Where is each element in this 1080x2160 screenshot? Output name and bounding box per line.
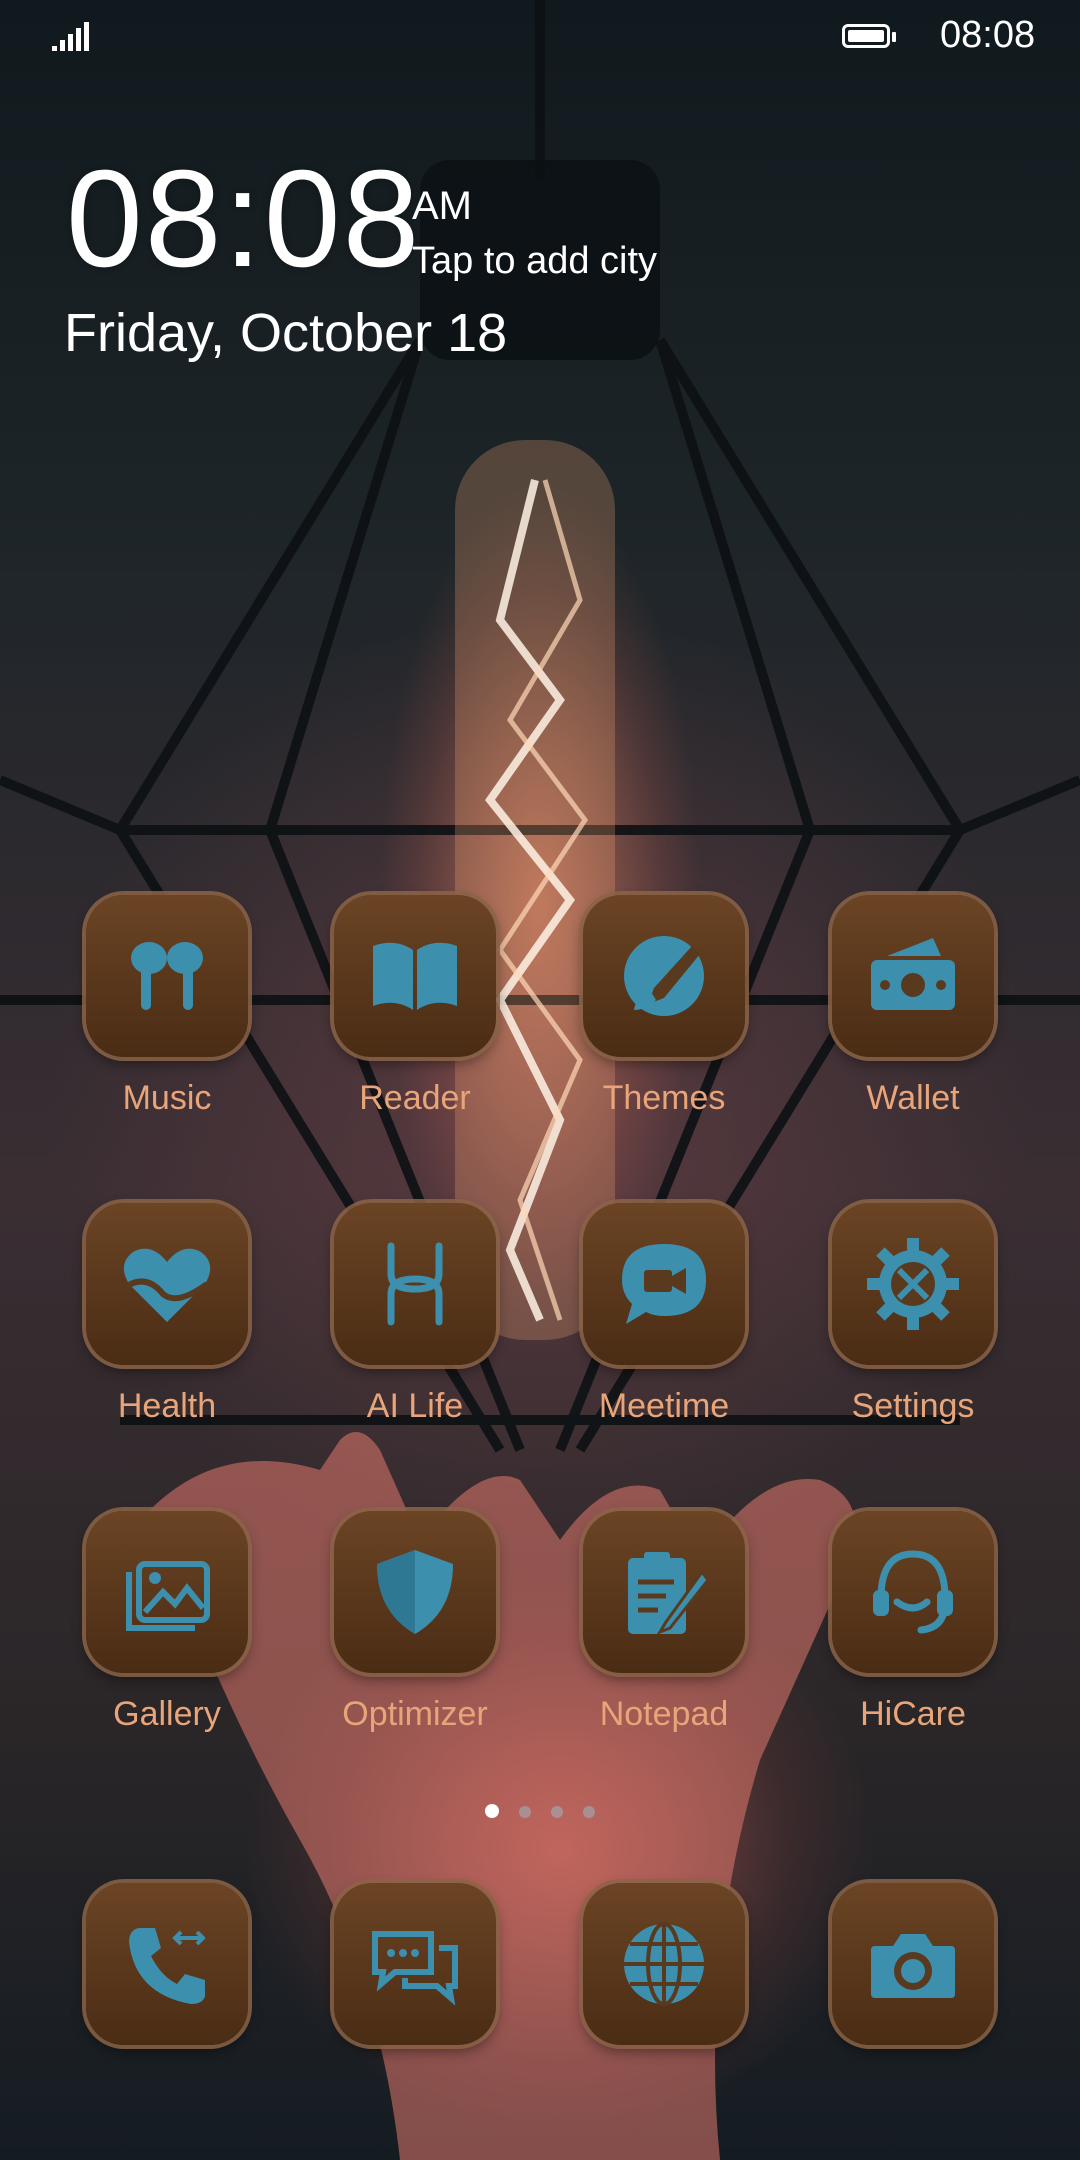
app-label: Wallet: [866, 1079, 960, 1117]
app-music[interactable]: Music: [67, 895, 267, 1118]
app-label: Themes: [602, 1079, 726, 1117]
page-dot[interactable]: [519, 1806, 531, 1818]
app-label: Reader: [359, 1079, 471, 1117]
app-label: Optimizer: [342, 1695, 488, 1733]
app-label: Settings: [851, 1387, 975, 1425]
clock-date[interactable]: Friday, October 18: [64, 302, 507, 364]
app-wallet[interactable]: Wallet: [813, 895, 1013, 1118]
app-label: Music: [122, 1079, 212, 1117]
signal-icon: [52, 22, 92, 57]
app-settings[interactable]: Settings: [813, 1203, 1013, 1426]
app-label: AI Life: [366, 1387, 464, 1425]
dock-camera[interactable]: [813, 1883, 1013, 2045]
page-dot[interactable]: [485, 1804, 499, 1818]
heart-icon: [86, 1203, 248, 1365]
app-ai-life[interactable]: AI Life: [315, 1203, 515, 1426]
headset-icon: [832, 1511, 994, 1673]
browser-globe-icon: [583, 1883, 745, 2045]
page-dot[interactable]: [583, 1806, 595, 1818]
page-dot[interactable]: [551, 1806, 563, 1818]
notepad-icon: [583, 1511, 745, 1673]
battery-icon: [842, 24, 898, 50]
dock-phone[interactable]: [67, 1883, 267, 2045]
app-label: HiCare: [860, 1695, 966, 1733]
app-label: Gallery: [113, 1695, 221, 1733]
book-icon: [334, 895, 496, 1057]
app-label: Meetime: [598, 1387, 730, 1425]
earbuds-icon: [86, 895, 248, 1057]
app-reader[interactable]: Reader: [315, 895, 515, 1118]
page-indicator[interactable]: [0, 1804, 1080, 1823]
clock-time[interactable]: 08:08: [66, 150, 421, 288]
app-hicare[interactable]: HiCare: [813, 1511, 1013, 1734]
app-label: Notepad: [599, 1695, 729, 1733]
app-themes[interactable]: Themes: [564, 895, 764, 1118]
clock-ampm: AM: [412, 184, 472, 228]
dock-browser[interactable]: [564, 1883, 764, 2045]
video-chat-icon: [583, 1203, 745, 1365]
app-gallery[interactable]: Gallery: [67, 1511, 267, 1734]
messages-icon: [334, 1883, 496, 2045]
shield-icon: [334, 1511, 496, 1673]
camera-icon: [832, 1883, 994, 2045]
status-time: 08:08: [940, 14, 1036, 56]
gallery-icon: [86, 1511, 248, 1673]
status-bar: 08:08: [0, 0, 1080, 72]
dock-messages[interactable]: [315, 1883, 515, 2045]
app-meetime[interactable]: Meetime: [564, 1203, 764, 1426]
phone-icon: [86, 1883, 248, 2045]
ai-life-icon: [334, 1203, 496, 1365]
gear-icon: [832, 1203, 994, 1365]
add-city-link[interactable]: Tap to add city: [412, 240, 657, 283]
app-label: Health: [117, 1387, 217, 1425]
wallet-icon: [832, 895, 994, 1057]
app-optimizer[interactable]: Optimizer: [315, 1511, 515, 1734]
paintbrush-icon: [583, 895, 745, 1057]
app-notepad[interactable]: Notepad: [564, 1511, 764, 1734]
app-health[interactable]: Health: [67, 1203, 267, 1426]
